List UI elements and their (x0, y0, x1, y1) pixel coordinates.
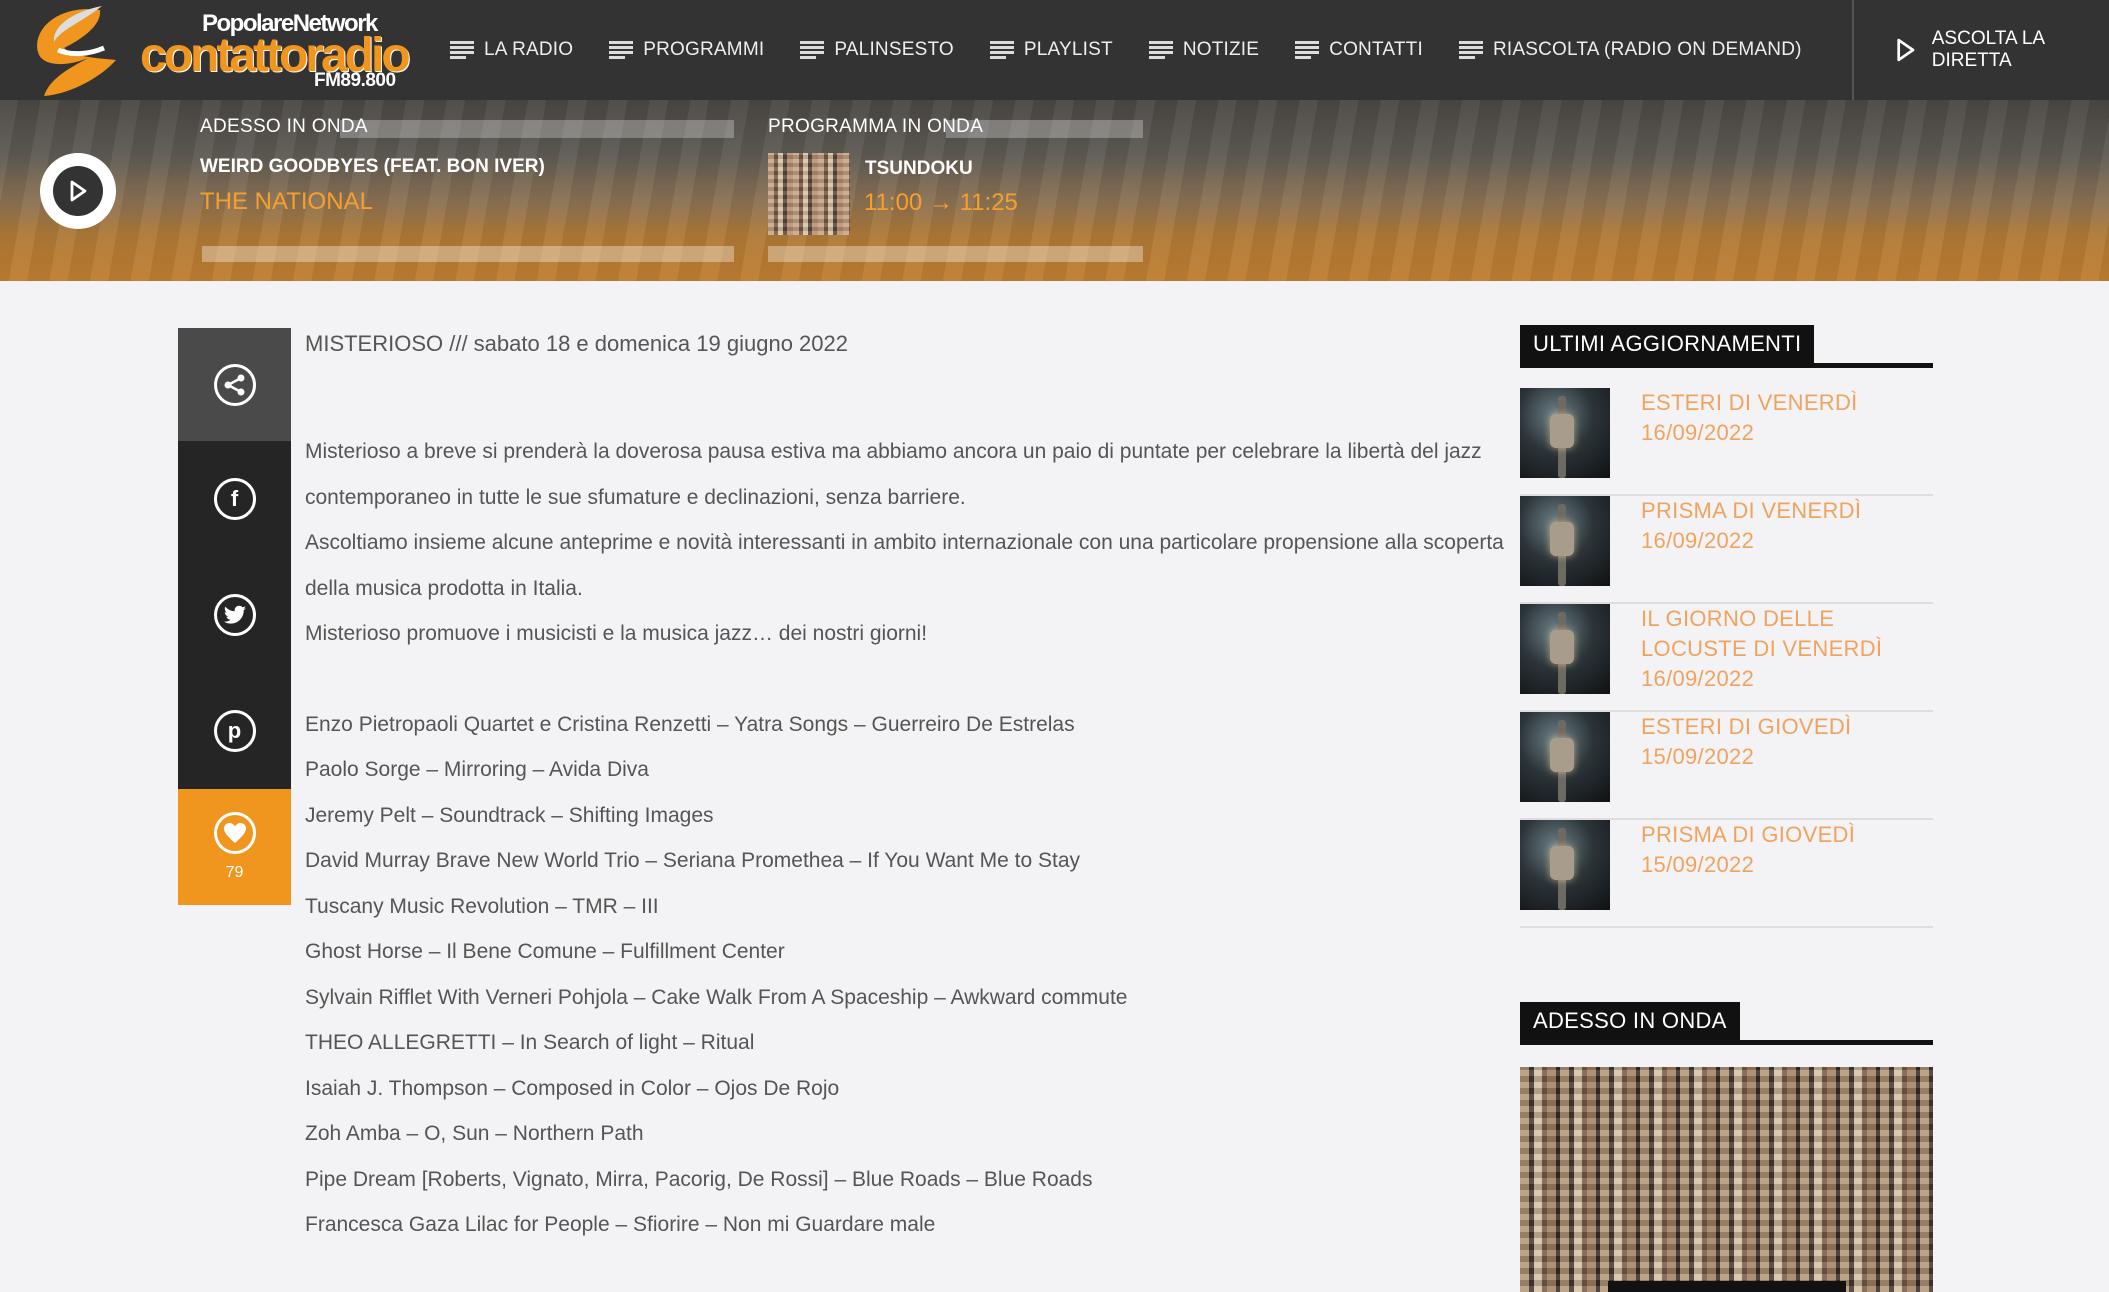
on-air-image[interactable] (1520, 1067, 1933, 1292)
program-progress (768, 246, 1143, 262)
site-logo[interactable]: PopolareNetwork contattoradio FM89.800 (30, 2, 411, 100)
facebook-share-button[interactable]: f (178, 441, 291, 557)
menu-lines-icon (450, 40, 474, 60)
track-item: Jeremy Pelt – Soundtrack – Shifting Imag… (305, 803, 714, 827)
track-item: Isaiah J. Thompson – Composed in Color –… (305, 1076, 840, 1100)
menu-lines-icon (989, 40, 1014, 60)
update-item[interactable]: IL GIORNO DELLE LOCUSTE DI VENERDÌ 16/09… (1520, 604, 1933, 712)
update-link[interactable]: PRISMA DI VENERDÌ 16/09/2022 (1641, 496, 1931, 556)
play-button-inner (53, 166, 103, 216)
share-button[interactable] (178, 328, 291, 441)
program-label-bar (946, 120, 1143, 138)
main-nav: LA RADIO PROGRAMMI PALINSESTO PLAYLIST N… (450, 0, 1838, 100)
heart-icon (213, 812, 256, 854)
menu-lines-icon (609, 40, 634, 60)
listen-live-button[interactable]: ASCOLTA LA DIRETTA (1896, 0, 2109, 100)
track-item: David Murray Brave New World Trio – Seri… (305, 849, 1081, 872)
nav-divider (1852, 0, 1854, 100)
update-link[interactable]: ESTERI DI VENERDÌ 16/09/2022 (1641, 388, 1931, 448)
now-playing-artist: THE NATIONAL (200, 188, 373, 215)
pinterest-share-button[interactable]: p (178, 673, 291, 789)
menu-lines-icon (1458, 40, 1483, 60)
nav-la-radio[interactable]: LA RADIO (450, 39, 573, 61)
update-thumbnail[interactable] (1520, 712, 1610, 802)
update-link[interactable]: PRISMA DI GIOVEDÌ 15/09/2022 (1641, 820, 1931, 880)
program-thumbnail[interactable] (768, 153, 850, 235)
menu-lines-icon (1295, 40, 1320, 60)
nav-label: PALINSESTO (834, 39, 954, 60)
program-name[interactable]: TSUNDOKU (865, 158, 973, 180)
now-playing-song: WEIRD GOODBYES (FEAT. BON IVER) (200, 156, 545, 177)
track-item: Zoh Amba – O, Sun – Northern Path (305, 1122, 644, 1145)
update-link[interactable]: ESTERI DI GIOVEDÌ 15/09/2022 (1641, 712, 1931, 772)
program-time: 11:00 → 11:25 (864, 189, 1018, 216)
nav-contatti[interactable]: CONTATTI (1295, 39, 1423, 61)
updates-heading: ULTIMI AGGIORNAMENTI (1520, 325, 1933, 368)
update-thumbnail[interactable] (1520, 604, 1610, 694)
facebook-icon: f (213, 478, 256, 520)
article-paragraph: Misterioso a breve si prenderà la dovero… (305, 440, 1482, 509)
share-column: f p 79 (178, 328, 291, 905)
logo-frequency-text: FM89.800 (314, 70, 396, 91)
update-thumbnail[interactable] (1520, 820, 1610, 910)
track-item: Ghost Horse – Il Bene Comune – Fulfillme… (305, 940, 785, 963)
play-icon (70, 180, 87, 202)
top-header: PopolareNetwork contattoradio FM89.800 L… (0, 0, 2109, 100)
tracklist: Enzo Pietropaoli Quartet e Cristina Renz… (305, 702, 1505, 1248)
track-item: Francesca Gaza Lilac for People – Sfiori… (305, 1213, 936, 1236)
nav-notizie[interactable]: NOTIZIE (1148, 39, 1260, 61)
listen-live-label: ASCOLTA LA DIRETTA (1931, 28, 2045, 71)
article-paragraph: Ascoltiamo insieme alcune anteprime e no… (305, 531, 1504, 600)
track-item: Sylvain Rifflet With Verneri Pohjola – C… (305, 985, 1128, 1009)
player-play-button[interactable] (40, 153, 116, 229)
nav-label: PLAYLIST (1023, 39, 1113, 60)
nav-programmi[interactable]: PROGRAMMI (609, 39, 764, 61)
updates-list: ESTERI DI VENERDÌ 16/09/2022 PRISMA DI V… (1520, 388, 1933, 928)
pinterest-icon: p (213, 710, 256, 752)
on-air-heading: ADESSO IN ONDA (1520, 1002, 1933, 1045)
nav-palinsesto[interactable]: PALINSESTO (800, 39, 954, 61)
update-item[interactable]: ESTERI DI GIOVEDÌ 15/09/2022 (1520, 712, 1933, 820)
track-item: Paolo Sorge – Mirroring – Avida Diva (305, 758, 649, 781)
update-link[interactable]: IL GIORNO DELLE LOCUSTE DI VENERDÌ 16/09… (1641, 604, 1931, 694)
twitter-icon (213, 594, 256, 636)
article-body: Misterioso a breve si prenderà la dovero… (305, 429, 1505, 657)
update-item[interactable]: PRISMA DI GIOVEDÌ 15/09/2022 (1520, 820, 1933, 928)
nav-riascolta[interactable]: RIASCOLTA (RADIO ON DEMAND) (1458, 39, 1802, 61)
track-item: Pipe Dream [Roberts, Vignato, Mirra, Pac… (305, 1167, 1093, 1191)
update-item[interactable]: ESTERI DI VENERDÌ 16/09/2022 (1520, 388, 1933, 496)
article-title: MISTERIOSO /// sabato 18 e domenica 19 g… (305, 331, 848, 356)
nav-playlist[interactable]: PLAYLIST (989, 39, 1113, 61)
like-button[interactable]: 79 (178, 789, 291, 905)
update-thumbnail[interactable] (1520, 496, 1610, 586)
track-item: THEO ALLEGRETTI – In Search of light – R… (305, 1031, 755, 1054)
menu-lines-icon (800, 40, 825, 60)
track-item: Enzo Pietropaoli Quartet e Cristina Renz… (305, 712, 1075, 736)
now-playing-label-bar (340, 120, 734, 138)
share-icon (213, 363, 256, 406)
update-thumbnail[interactable] (1520, 388, 1610, 478)
nav-label: PROGRAMMI (643, 39, 765, 60)
update-item[interactable]: PRISMA DI VENERDÌ 16/09/2022 (1520, 496, 1933, 604)
now-playing-band: ADESSO IN ONDA WEIRD GOODBYES (FEAT. BON… (0, 100, 2109, 281)
nav-label: RIASCOLTA (RADIO ON DEMAND) (1492, 39, 1802, 60)
play-icon (1897, 38, 1915, 62)
track-item: Tuscany Music Revolution – TMR – III (305, 894, 659, 918)
now-playing-progress (202, 246, 734, 262)
article: MISTERIOSO /// sabato 18 e domenica 19 g… (305, 328, 1505, 1248)
nav-label: LA RADIO (484, 39, 574, 60)
article-paragraph: Misterioso promuove i musicisti e la mus… (305, 622, 928, 645)
like-count: 79 (225, 864, 244, 881)
logo-mark-icon (37, 6, 116, 96)
on-air-heading-text: ADESSO IN ONDA (1520, 1002, 1740, 1040)
menu-lines-icon (1148, 40, 1173, 60)
sidebar: ULTIMI AGGIORNAMENTI ESTERI DI VENERDÌ 1… (1520, 325, 1933, 1292)
nav-label: NOTIZIE (1182, 39, 1260, 60)
nav-label: CONTATTI (1329, 39, 1423, 60)
updates-heading-text: ULTIMI AGGIORNAMENTI (1520, 325, 1815, 363)
twitter-share-button[interactable] (178, 557, 291, 673)
